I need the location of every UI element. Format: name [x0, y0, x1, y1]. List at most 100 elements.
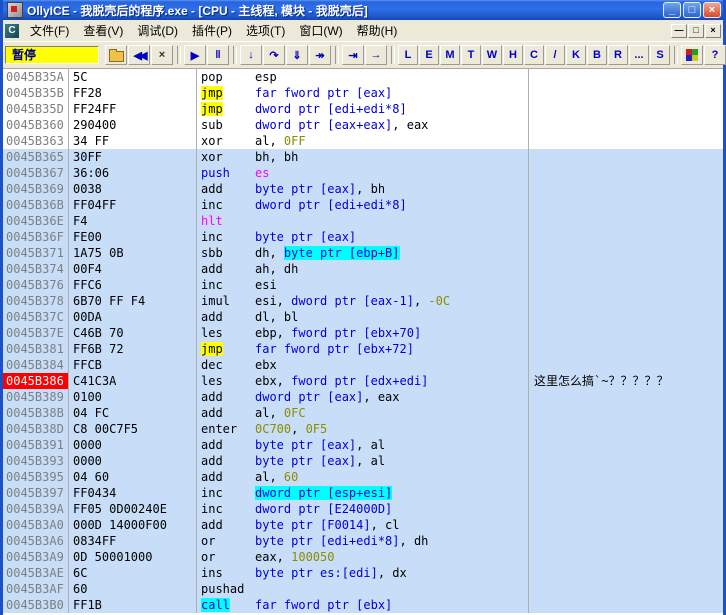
- run-button[interactable]: ▶: [184, 45, 206, 65]
- mnemonic-field: imul: [201, 293, 255, 309]
- address-cell: 0045B365: [3, 149, 69, 165]
- comment-cell: [529, 485, 723, 501]
- disasm-row[interactable]: 0045B376 FFC6 inc esi: [3, 277, 723, 293]
- disasm-row[interactable]: 0045B38B 04 FC add al, 0FC: [3, 405, 723, 421]
- menu-view[interactable]: 查看(V): [76, 20, 130, 41]
- disasm-row[interactable]: 0045B37E C46B 70 les ebp, fword ptr [ebx+70…: [3, 325, 723, 341]
- disasm-row[interactable]: 0045B374 00F4 add ah, dh: [3, 261, 723, 277]
- call-stack-window-button[interactable]: K: [566, 45, 586, 65]
- disasm-row[interactable]: 0045B367 36:06 push es: [3, 165, 723, 181]
- disasm-row[interactable]: 0045B391 0000 add byte ptr [eax], al: [3, 437, 723, 453]
- help-button[interactable]: ?: [704, 45, 726, 65]
- pause-button[interactable]: ‖: [207, 45, 229, 65]
- open-file-button[interactable]: [105, 45, 127, 65]
- references-window-button[interactable]: R: [608, 45, 628, 65]
- menu-plugins[interactable]: 插件(P): [185, 20, 239, 41]
- mdi-minimize-button[interactable]: ―: [671, 23, 687, 38]
- handles-window-button-glyph: H: [509, 49, 517, 61]
- mdi-close-button[interactable]: ×: [705, 23, 721, 38]
- disasm-row[interactable]: 0045B381 FF6B 72 jmp far fword ptr [ebx+72]: [3, 341, 723, 357]
- menu-debug[interactable]: 调试(D): [130, 20, 185, 41]
- menu-file[interactable]: 文件(F): [23, 20, 76, 41]
- disasm-row[interactable]: 0045B36F FE00 inc byte ptr [eax]: [3, 229, 723, 245]
- disasm-row[interactable]: 0045B3AF 60 pushad: [3, 581, 723, 597]
- animate-over-button[interactable]: ↠: [309, 45, 331, 65]
- step-into-button[interactable]: ↓: [240, 45, 262, 65]
- disasm-row[interactable]: 0045B397 FF0434 inc dword ptr [esp+esi]: [3, 485, 723, 501]
- step-over-button[interactable]: ↷: [263, 45, 285, 65]
- restart-button[interactable]: ◀◀: [128, 45, 150, 65]
- disasm-row[interactable]: 0045B3A0 000D 14000F00 add byte ptr [F0014]…: [3, 517, 723, 533]
- cpu-window-button-glyph: C: [530, 49, 538, 61]
- mnemonic: sbb: [201, 246, 223, 260]
- threads-window-button[interactable]: T: [461, 45, 481, 65]
- minimize-button[interactable]: _: [663, 2, 681, 18]
- menu-options[interactable]: 选项(T): [239, 20, 292, 41]
- mnemonic-field: les: [201, 325, 255, 341]
- execute-till-return-button[interactable]: ⇥: [342, 45, 364, 65]
- address-cell: 0045B36E: [3, 213, 69, 229]
- disasm-row[interactable]: 0045B386 C41C3A les ebx, fword ptr [edx+edi…: [3, 373, 723, 389]
- close-button[interactable]: ×: [703, 2, 721, 18]
- log-window-button[interactable]: L: [398, 45, 418, 65]
- cpu-window-button[interactable]: C: [524, 45, 544, 65]
- disasm-row[interactable]: 0045B365 30FF xor bh, bh: [3, 149, 723, 165]
- mnemonic-field: add: [201, 309, 255, 325]
- bytes-cell: 1A75 0B: [69, 245, 197, 261]
- address-cell: 0045B395: [3, 469, 69, 485]
- cpu-window-icon[interactable]: C: [5, 23, 19, 38]
- disasm-row[interactable]: 0045B3A9 0D 50001000 or eax, 100050: [3, 549, 723, 565]
- animate-into-button[interactable]: ⇓: [286, 45, 308, 65]
- bytes-cell: C41C3A: [69, 373, 197, 389]
- comment-cell: [529, 181, 723, 197]
- breakpoints-window-button[interactable]: B: [587, 45, 607, 65]
- disasm-row[interactable]: 0045B360 290400 sub dword ptr [eax+eax], ea…: [3, 117, 723, 133]
- mnemonic-field: pop: [201, 69, 255, 85]
- source-window-button[interactable]: S: [650, 45, 670, 65]
- close-program-button[interactable]: ×: [151, 45, 173, 65]
- disasm-row[interactable]: 0045B393 0000 add byte ptr [eax], al: [3, 453, 723, 469]
- run-trace-window-button[interactable]: ...: [629, 45, 649, 65]
- operand-segment: 100050: [291, 550, 335, 564]
- disasm-row[interactable]: 0045B38D C8 00C7F5 enter 0C700, 0F5: [3, 421, 723, 437]
- handles-window-button[interactable]: H: [503, 45, 523, 65]
- disasm-row[interactable]: 0045B369 0038 add byte ptr [eax], bh: [3, 181, 723, 197]
- address-cell: 0045B35D: [3, 101, 69, 117]
- disasm-row[interactable]: 0045B37C 00DA add dl, bl: [3, 309, 723, 325]
- appearance-button[interactable]: [681, 45, 703, 65]
- executables-window-button[interactable]: E: [419, 45, 439, 65]
- bytes-cell: 00DA: [69, 309, 197, 325]
- address-cell: 0045B35B: [3, 85, 69, 101]
- disasm-row[interactable]: 0045B35B FF28 jmp far fword ptr [eax]: [3, 85, 723, 101]
- disasm-row[interactable]: 0045B395 04 60 add al, 60: [3, 469, 723, 485]
- disasm-row[interactable]: 0045B3A6 0834FF or byte ptr [edi+edi*8], dh: [3, 533, 723, 549]
- disasm-row[interactable]: 0045B3B0 FF1B call far fword ptr [ebx]: [3, 597, 723, 613]
- instruction-cell: les ebp, fword ptr [ebx+70]: [197, 325, 529, 341]
- disasm-row[interactable]: 0045B36E F4 hlt: [3, 213, 723, 229]
- bytes-cell: FF1B: [69, 597, 197, 613]
- disasm-row[interactable]: 0045B35A 5C pop esp: [3, 69, 723, 85]
- disasm-row[interactable]: 0045B3AE 6C ins byte ptr es:[edi], dx: [3, 565, 723, 581]
- disasm-row[interactable]: 0045B378 6B70 FF F4 imul esi, dword ptr [ea…: [3, 293, 723, 309]
- menu-help[interactable]: 帮助(H): [350, 20, 405, 41]
- disasm-row[interactable]: 0045B371 1A75 0B sbb dh, byte ptr [ebp+B]: [3, 245, 723, 261]
- patches-window-button[interactable]: /: [545, 45, 565, 65]
- instruction-cell: call far fword ptr [ebx]: [197, 597, 529, 613]
- disasm-row[interactable]: 0045B389 0100 add dword ptr [eax], eax: [3, 389, 723, 405]
- menu-window[interactable]: 窗口(W): [292, 20, 349, 41]
- comment-cell: [529, 213, 723, 229]
- instruction-cell: imul esi, dword ptr [eax-1], -0C: [197, 293, 529, 309]
- mnemonic: add: [201, 262, 223, 276]
- instruction-cell: add byte ptr [eax], al: [197, 453, 529, 469]
- windows-window-button[interactable]: W: [482, 45, 502, 65]
- maximize-button[interactable]: □: [683, 2, 701, 18]
- disasm-row[interactable]: 0045B39A FF05 0D00240E inc dword ptr [E2400…: [3, 501, 723, 517]
- disasm-row[interactable]: 0045B384 FFCB dec ebx: [3, 357, 723, 373]
- go-to-address-button[interactable]: →: [365, 45, 387, 65]
- disasm-row[interactable]: 0045B35D FF24FF jmp dword ptr [edi+edi*8]: [3, 101, 723, 117]
- memory-window-button[interactable]: M: [440, 45, 460, 65]
- disasm-row[interactable]: 0045B363 34 FF xor al, 0FF: [3, 133, 723, 149]
- mdi-restore-button[interactable]: □: [688, 23, 704, 38]
- app-icon[interactable]: [7, 2, 23, 18]
- disasm-row[interactable]: 0045B36B FF04FF inc dword ptr [edi+edi*8]: [3, 197, 723, 213]
